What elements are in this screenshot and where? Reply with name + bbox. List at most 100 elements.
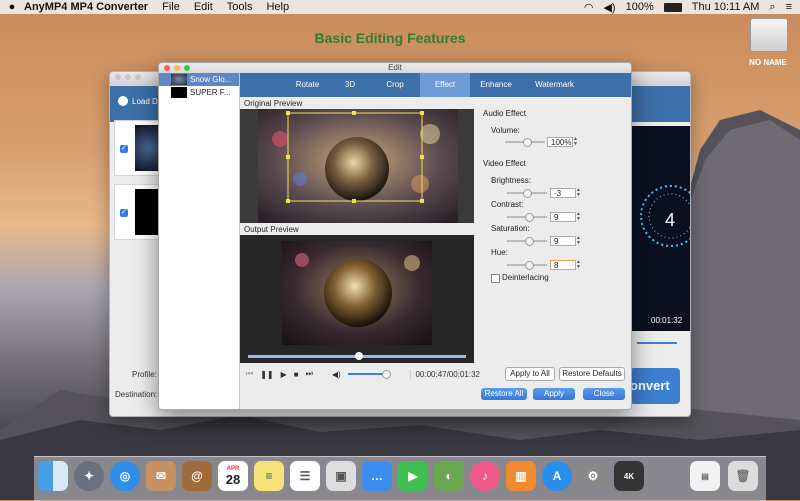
slider-knob[interactable]: [525, 261, 534, 270]
file-item[interactable]: Snow Glo...: [159, 73, 239, 86]
edit-tabs: Rotate 3D Crop Effect Enhance Watermark: [240, 73, 631, 97]
ibooks-icon[interactable]: ▥: [506, 461, 536, 491]
original-preview: [240, 109, 474, 223]
hue-label: Hue:: [491, 248, 508, 257]
system-preferences-icon[interactable]: ⚙: [578, 461, 608, 491]
calendar-day: 28: [225, 471, 241, 487]
calendar-icon[interactable]: APR 28: [218, 461, 248, 491]
launchpad-icon[interactable]: ✦: [74, 461, 104, 491]
itunes-icon[interactable]: ♪: [470, 461, 500, 491]
saturation-field[interactable]: 9: [550, 236, 576, 246]
app-menu[interactable]: AnyMP4 MP4 Converter: [24, 1, 148, 13]
hue-field[interactable]: 8: [550, 260, 576, 270]
preview-icon[interactable]: ▣: [326, 461, 356, 491]
effect-panel: Audio Effect Volume: 100% ▲ ▼ Video Effec…: [475, 97, 631, 367]
tab-effect[interactable]: Effect: [420, 73, 470, 97]
pause-icon[interactable]: ❚❚: [260, 370, 273, 379]
contrast-field[interactable]: 9: [550, 212, 576, 222]
menu-help[interactable]: Help: [266, 1, 289, 13]
stop-icon[interactable]: ■: [294, 370, 299, 379]
wifi-icon[interactable]: ◠: [584, 1, 594, 14]
tab-rotate[interactable]: Rotate: [285, 73, 330, 97]
tab-3d[interactable]: 3D: [330, 73, 370, 97]
checkbox[interactable]: ✓: [120, 145, 128, 153]
mail-stamp-icon[interactable]: ✉: [146, 461, 176, 491]
file-name: Snow Glo...: [190, 75, 232, 84]
time-label: 00:01:32: [651, 316, 683, 325]
saturation-slider[interactable]: [507, 237, 547, 246]
close-light[interactable]: [164, 65, 170, 71]
hue-slider[interactable]: [507, 261, 547, 270]
volume-slider[interactable]: [637, 342, 677, 344]
clock[interactable]: Thu 10:11 AM: [692, 1, 760, 13]
document-icon[interactable]: ▤: [690, 461, 720, 491]
apply-button[interactable]: Apply: [533, 388, 575, 400]
slider-knob[interactable]: [523, 189, 532, 198]
original-preview-label: Original Preview: [244, 99, 303, 108]
volume-effect-slider[interactable]: [505, 138, 545, 147]
safari-icon[interactable]: ◎: [110, 461, 140, 491]
progress-track[interactable]: [248, 352, 466, 360]
slider-knob[interactable]: [525, 237, 534, 246]
contrast-slider[interactable]: [507, 213, 547, 222]
tab-enhance[interactable]: Enhance: [470, 73, 522, 97]
hue-stepper[interactable]: ▲ ▼: [576, 260, 581, 270]
slider-knob[interactable]: [523, 138, 532, 147]
apply-to-all-button[interactable]: Apply to All: [505, 367, 555, 381]
deinterlacing-label: Deinterlacing: [502, 273, 549, 282]
trash-icon[interactable]: 🗑: [728, 461, 758, 491]
slider-knob[interactable]: [525, 213, 534, 222]
menu-edit[interactable]: Edit: [194, 1, 213, 13]
zoom-light[interactable]: [184, 65, 190, 71]
brightness-slider[interactable]: [507, 189, 547, 198]
app-store-icon[interactable]: A: [542, 461, 572, 491]
brightness-stepper[interactable]: ▲ ▼: [576, 188, 581, 198]
tab-crop[interactable]: Crop: [370, 73, 420, 97]
volume-slider[interactable]: [347, 370, 391, 379]
minimize-light[interactable]: [174, 65, 180, 71]
output-preview-label: Output Preview: [244, 225, 299, 234]
volume-knob[interactable]: [381, 370, 391, 379]
restore-all-button[interactable]: Restore All: [481, 388, 527, 400]
brightness-field[interactable]: -3: [550, 188, 576, 198]
checkbox[interactable]: ✓: [120, 209, 128, 217]
photo-booth-icon[interactable]: ◐: [434, 461, 464, 491]
reminders-icon[interactable]: ☰: [290, 461, 320, 491]
skip-back-icon[interactable]: ⏮: [246, 369, 253, 379]
volume-stepper[interactable]: ▲ ▼: [573, 137, 578, 147]
volume-icon[interactable]: ◀): [332, 370, 341, 379]
battery-percent[interactable]: 100%: [626, 1, 654, 13]
contrast-stepper[interactable]: ▲ ▼: [576, 212, 581, 222]
apple-icon[interactable]: ●: [0, 1, 24, 13]
facetime-icon[interactable]: ▶: [398, 461, 428, 491]
close-light[interactable]: [115, 74, 121, 80]
volume-field[interactable]: 100%: [547, 137, 573, 147]
messages-icon[interactable]: …: [362, 461, 392, 491]
destination-label: Destination:: [115, 390, 158, 399]
zoom-light[interactable]: [135, 74, 141, 80]
search-icon[interactable]: ⌕: [769, 1, 775, 14]
convert-label: onvert: [630, 378, 670, 393]
contacts-icon[interactable]: @: [182, 461, 212, 491]
list-icon[interactable]: ≡: [786, 1, 792, 13]
saturation-stepper[interactable]: ▲ ▼: [576, 236, 581, 246]
menu-tools[interactable]: Tools: [227, 1, 253, 13]
converter-app-icon[interactable]: 4K: [614, 461, 644, 491]
convert-button[interactable]: onvert: [630, 368, 680, 404]
volume-icon[interactable]: ◀): [603, 1, 615, 14]
deinterlacing-checkbox[interactable]: [491, 274, 500, 283]
notes-icon[interactable]: ≡: [254, 461, 284, 491]
output-frame: [282, 241, 432, 345]
file-item[interactable]: SUPER F...: [159, 86, 239, 99]
restore-defaults-button[interactable]: Restore Defaults: [559, 367, 625, 381]
drive-icon[interactable]: [750, 18, 788, 52]
close-button[interactable]: Close: [583, 388, 625, 400]
skip-forward-icon[interactable]: ⏭: [306, 369, 313, 379]
load-disc-button[interactable]: Load Dis: [118, 96, 164, 106]
minimize-light[interactable]: [125, 74, 131, 80]
menu-file[interactable]: File: [162, 1, 180, 13]
tab-watermark[interactable]: Watermark: [522, 73, 587, 97]
audio-effect-heading: Audio Effect: [483, 109, 526, 118]
finder-icon[interactable]: [38, 461, 68, 491]
play-icon[interactable]: ▶: [281, 370, 287, 379]
